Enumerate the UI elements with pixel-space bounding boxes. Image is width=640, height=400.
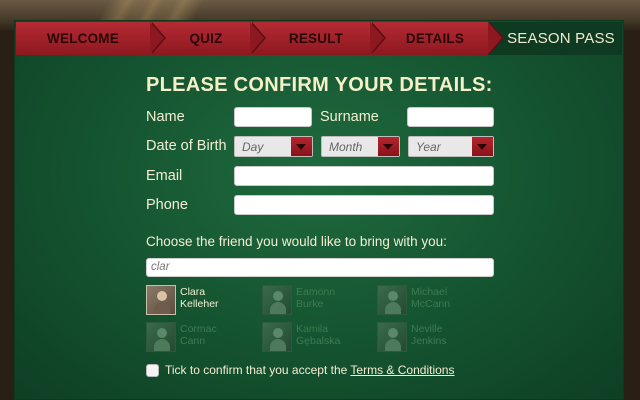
friend-prompt: Choose the friend you would like to brin…	[146, 234, 447, 249]
phone-field[interactable]	[234, 195, 494, 215]
tab-label: SEASON PASS	[507, 30, 615, 47]
year-select-value: Year	[416, 140, 441, 154]
terms-checkbox[interactable]	[146, 364, 159, 377]
friend-item[interactable]: Kamila Gębalska	[262, 322, 374, 352]
surname-label: Surname	[320, 109, 379, 125]
avatar	[377, 322, 407, 352]
friend-name: Neville Jenkins	[411, 323, 447, 347]
tab-details[interactable]: DETAILS	[370, 22, 504, 55]
email-label: Email	[146, 168, 183, 184]
friend-name: Clara Kelleher	[180, 286, 219, 310]
friend-item[interactable]: Cormac Cann	[146, 322, 258, 352]
tab-result[interactable]: RESULT	[250, 22, 386, 55]
avatar	[262, 322, 292, 352]
avatar	[146, 285, 176, 315]
friend-name: Eamonn Burke	[296, 286, 336, 310]
name-label: Name	[146, 109, 185, 125]
page-title: PLEASE CONFIRM YOUR DETAILS:	[146, 74, 493, 96]
phone-label: Phone	[146, 197, 188, 213]
dob-label: Date of Birth	[146, 138, 227, 154]
year-select[interactable]: Year	[408, 136, 494, 157]
chevron-down-icon	[378, 137, 399, 156]
day-select-value: Day	[242, 140, 264, 154]
tab-welcome[interactable]: WELCOME	[16, 22, 166, 55]
chevron-down-icon	[472, 137, 493, 156]
friend-item[interactable]: Neville Jenkins	[377, 322, 489, 352]
email-field[interactable]	[234, 166, 494, 186]
chevron-down-icon	[291, 137, 312, 156]
avatar	[377, 285, 407, 315]
month-select-value: Month	[329, 140, 363, 154]
tab-season-pass[interactable]: SEASON PASS	[488, 22, 622, 55]
tab-label: QUIZ	[189, 31, 223, 46]
surname-field[interactable]	[407, 107, 494, 127]
friend-name: Michael McCann	[411, 286, 451, 310]
friend-name: Cormac Cann	[180, 323, 217, 347]
tab-label: DETAILS	[405, 31, 465, 46]
tab-label: WELCOME	[47, 31, 119, 46]
avatar	[146, 322, 176, 352]
friend-name: Kamila Gębalska	[296, 323, 341, 347]
terms-confirm-text: Tick to confirm that you accept the Term…	[165, 363, 455, 377]
avatar	[262, 285, 292, 315]
day-select[interactable]: Day	[234, 136, 313, 157]
tab-label: RESULT	[288, 31, 344, 46]
friend-search-input[interactable]: clar	[146, 258, 494, 277]
terms-link[interactable]: Terms & Conditions	[350, 363, 454, 377]
month-select[interactable]: Month	[321, 136, 400, 157]
friend-item[interactable]: Clara Kelleher	[146, 285, 258, 315]
name-field[interactable]	[234, 107, 312, 127]
friend-item[interactable]: Eamonn Burke	[262, 285, 374, 315]
progress-tabs: WELCOME QUIZ RESULT DETAILS SEASON PASS	[16, 22, 622, 55]
friend-item[interactable]: Michael McCann	[377, 285, 489, 315]
